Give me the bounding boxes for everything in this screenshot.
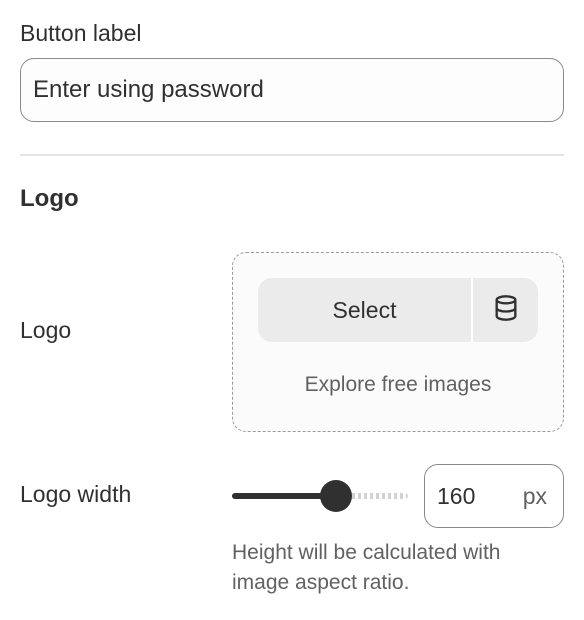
image-library-button[interactable] xyxy=(473,278,538,342)
explore-free-images-link[interactable]: Explore free images xyxy=(233,373,563,397)
button-label-input[interactable]: Enter using password xyxy=(20,58,564,122)
button-label-value: Enter using password xyxy=(33,76,264,103)
select-button-group: Select xyxy=(258,278,538,342)
settings-panel: Button label Enter using password Logo L… xyxy=(0,0,584,620)
database-icon xyxy=(492,294,520,327)
button-label-title: Button label xyxy=(20,20,142,46)
select-image-button[interactable]: Select xyxy=(258,278,471,342)
logo-width-label: Logo width xyxy=(20,481,132,507)
logo-width-value: 160 xyxy=(437,482,476,509)
logo-section-heading: Logo xyxy=(20,185,79,212)
logo-width-unit: px xyxy=(522,482,547,509)
logo-dropzone[interactable]: Select Explore free images xyxy=(232,252,564,432)
logo-width-slider[interactable] xyxy=(232,478,408,514)
logo-width-help-text: Height will be calculated with image asp… xyxy=(232,541,501,594)
logo-field-label: Logo xyxy=(20,317,72,343)
slider-thumb[interactable] xyxy=(319,480,352,512)
section-divider xyxy=(20,154,564,156)
logo-width-input[interactable]: 160 px xyxy=(424,464,564,528)
